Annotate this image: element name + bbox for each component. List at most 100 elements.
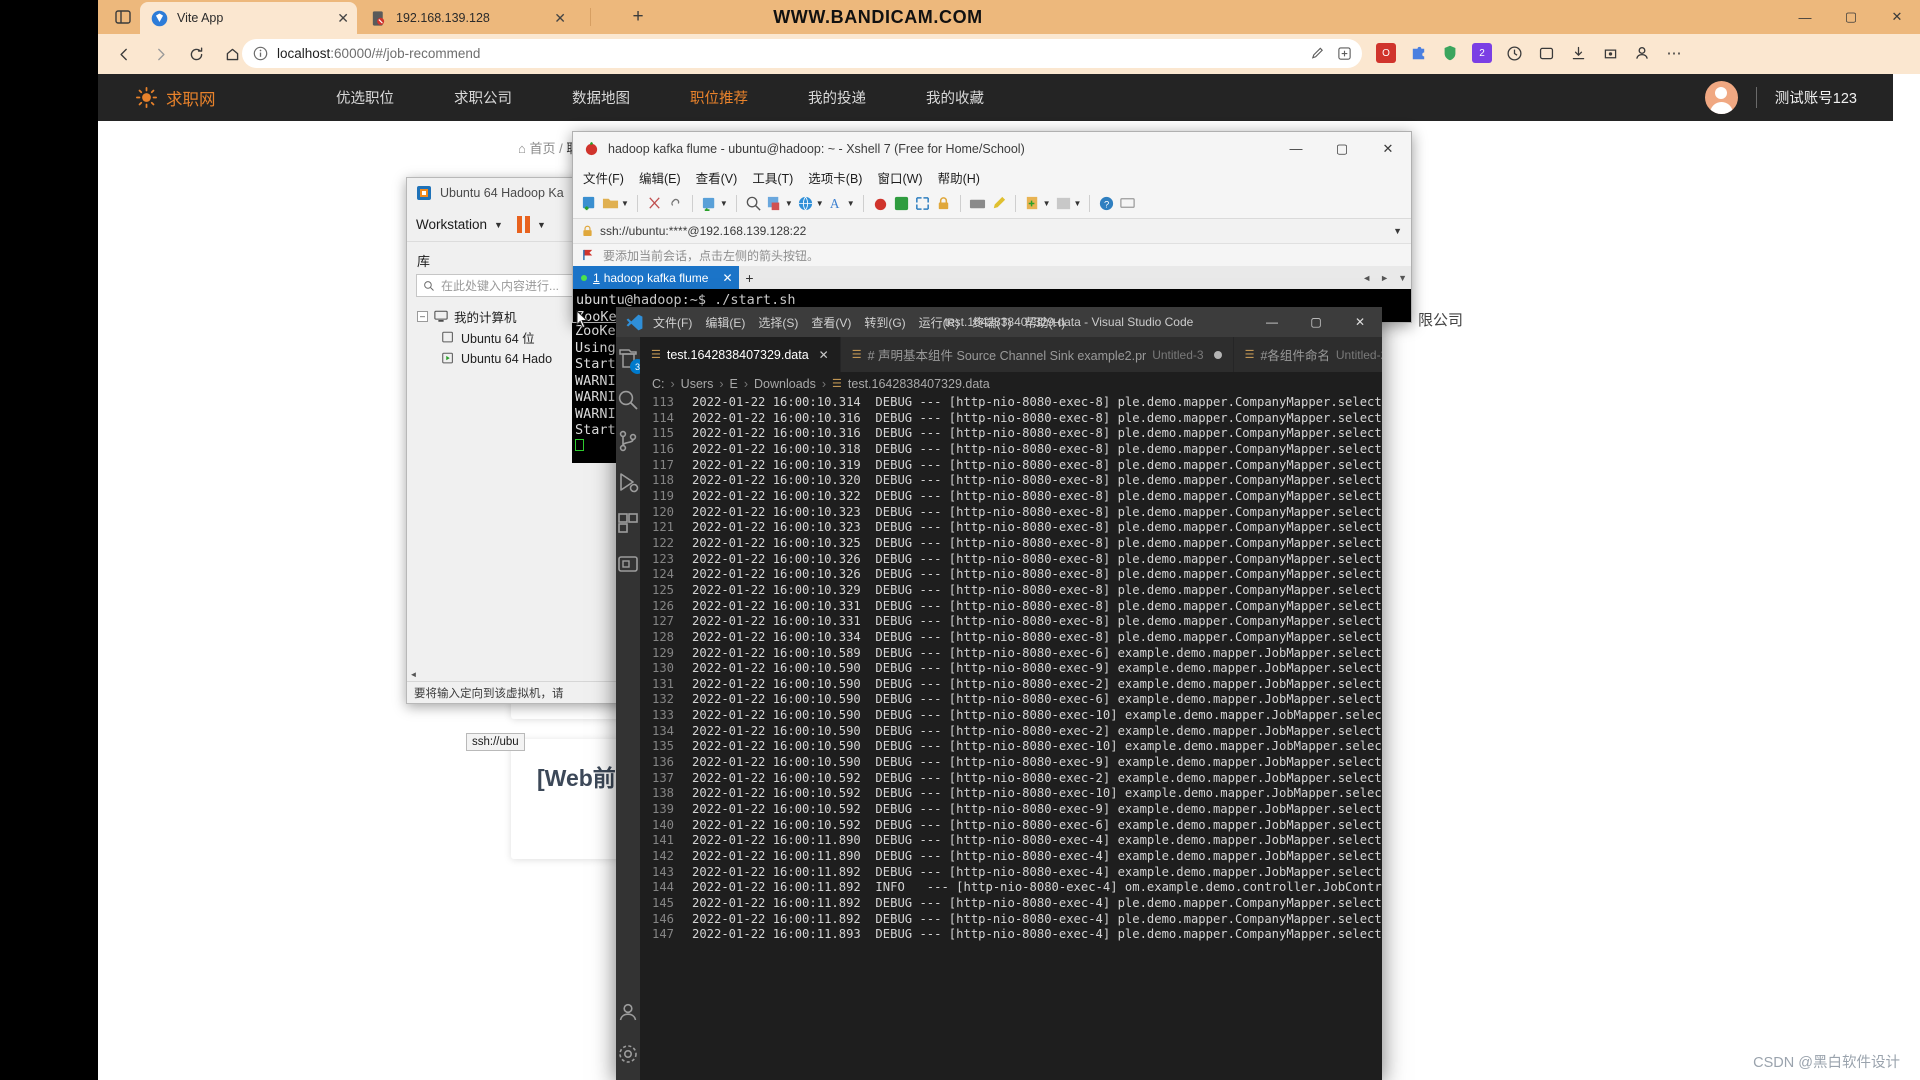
open-folder-icon[interactable]: [602, 195, 619, 212]
add-favorite-icon[interactable]: [1337, 46, 1352, 61]
source-control-icon[interactable]: [616, 429, 640, 453]
collapse-icon[interactable]: –: [417, 311, 428, 322]
avatar[interactable]: [1704, 81, 1738, 114]
breadcrumb-part-3[interactable]: Downloads: [754, 377, 816, 391]
breadcrumb-part-4[interactable]: test.1642838407329.data: [848, 377, 990, 391]
vscode-code-view[interactable]: 113 2022-01-22 16:00:10.314 DEBUG --- [ht…: [640, 395, 1382, 1080]
browser-tab-0[interactable]: Vite App ✕: [140, 2, 357, 34]
link-icon[interactable]: [667, 195, 684, 212]
vscode-menu-run[interactable]: 运行(R): [919, 314, 960, 331]
close-icon[interactable]: ✕: [722, 271, 732, 285]
browser-essentials-icon[interactable]: [1600, 43, 1620, 63]
xshell-menu-view[interactable]: 查看(V): [696, 168, 738, 187]
maximize-icon[interactable]: ▢: [1294, 307, 1338, 337]
tab-search-icon[interactable]: [108, 4, 138, 30]
user-menu[interactable]: 测试账号123: [1704, 81, 1857, 114]
globe-icon[interactable]: [797, 195, 814, 212]
account-icon[interactable]: [616, 1000, 640, 1024]
remote-explorer-icon[interactable]: [616, 552, 640, 576]
maximize-icon[interactable]: ▢: [1319, 132, 1365, 165]
xshell-new-tab-button[interactable]: +: [739, 270, 761, 286]
scroll-left-icon[interactable]: ◄: [1362, 273, 1371, 283]
opera-extension-icon[interactable]: O: [1376, 43, 1396, 63]
layout-icon[interactable]: [1055, 195, 1072, 212]
xshell-menu-window[interactable]: 窗口(W): [877, 168, 922, 187]
more-menu-icon[interactable]: ⋯: [1664, 43, 1684, 63]
xshell-address-bar[interactable]: ssh://ubuntu:****@192.168.139.128:22 ▼: [573, 219, 1411, 244]
address-bar[interactable]: localhost:60000/#/job-recommend: [242, 39, 1362, 68]
vscode-menu-file[interactable]: 文件(F): [653, 314, 692, 331]
highlight-pen-icon[interactable]: [990, 195, 1007, 212]
vscode-menu-help[interactable]: 帮助(H): [1025, 314, 1066, 331]
vscode-menu-go[interactable]: 转到(G): [864, 314, 905, 331]
chevron-down-icon[interactable]: ▼: [494, 220, 503, 230]
search-icon[interactable]: [745, 195, 762, 212]
feedback-icon[interactable]: [1119, 195, 1136, 212]
keyboard-icon[interactable]: [969, 195, 986, 212]
breadcrumb-part-1[interactable]: Users: [681, 377, 714, 391]
chevron-down-icon[interactable]: ▼: [847, 199, 855, 208]
fullscreen-icon[interactable]: [914, 195, 931, 212]
unsaved-indicator-icon[interactable]: [1213, 350, 1222, 359]
xshell-menu-edit[interactable]: 编辑(E): [639, 168, 681, 187]
profile-icon[interactable]: [1632, 43, 1652, 63]
lock-icon[interactable]: [935, 195, 952, 212]
scroll-left-icon[interactable]: ◄: [407, 668, 420, 681]
explorer-icon[interactable]: 3: [616, 347, 645, 374]
settings-gear-icon[interactable]: [616, 1042, 640, 1066]
new-session-icon[interactable]: [581, 195, 598, 212]
site-brand[interactable]: 求职网: [136, 86, 306, 110]
breadcrumb-part-0[interactable]: C:: [652, 377, 665, 391]
close-icon[interactable]: ✕: [540, 11, 566, 25]
scroll-right-icon[interactable]: ►: [1380, 273, 1389, 283]
puzzle-extension-icon[interactable]: [1408, 43, 1428, 63]
xshell-menu-tabs[interactable]: 选项卡(B): [808, 168, 862, 187]
site-nav-item-1[interactable]: 求职公司: [424, 87, 542, 108]
close-icon[interactable]: ✕: [1338, 307, 1382, 337]
downloads-icon[interactable]: [1568, 43, 1588, 63]
extensions-icon[interactable]: [616, 511, 640, 535]
chevron-down-icon[interactable]: ▼: [1393, 226, 1402, 236]
close-icon[interactable]: ✕: [323, 11, 349, 25]
forward-button[interactable]: [146, 40, 174, 68]
reload-button[interactable]: [182, 40, 210, 68]
minimize-icon[interactable]: —: [1273, 132, 1319, 165]
chevron-down-icon[interactable]: ▼: [621, 199, 629, 208]
site-nav-item-0[interactable]: 优选职位: [306, 87, 424, 108]
chevron-down-icon[interactable]: ▼: [720, 199, 728, 208]
pause-icon[interactable]: [516, 216, 530, 233]
minimize-icon[interactable]: —: [1782, 0, 1828, 34]
help-icon[interactable]: ?: [1098, 195, 1115, 212]
chevron-down-icon[interactable]: ▼: [785, 199, 793, 208]
xshell-menu-help[interactable]: 帮助(H): [938, 168, 980, 187]
chevron-down-icon[interactable]: ▼: [537, 220, 546, 230]
workstation-menu[interactable]: Workstation: [416, 217, 487, 232]
vscode-tab-2[interactable]: ☰ #各组件命名 Untitled-2: [1233, 337, 1382, 372]
run-debug-icon[interactable]: [616, 470, 640, 494]
font-icon[interactable]: A: [828, 195, 845, 212]
new-tab-button[interactable]: +: [625, 6, 651, 30]
search-icon[interactable]: [616, 388, 640, 412]
site-nav-item-4[interactable]: 我的投递: [778, 87, 896, 108]
chevron-down-icon[interactable]: ▼: [816, 199, 824, 208]
site-nav-item-5[interactable]: 我的收藏: [896, 87, 1014, 108]
chevron-down-icon[interactable]: ▼: [1074, 199, 1082, 208]
xshell-tab-0[interactable]: 1 hadoop kafka flume ✕: [573, 266, 739, 289]
maximize-icon[interactable]: ▢: [1828, 0, 1874, 34]
collections-icon[interactable]: [1536, 43, 1556, 63]
back-button[interactable]: [110, 40, 138, 68]
close-icon[interactable]: ✕: [819, 348, 829, 362]
chevron-down-icon[interactable]: ▼: [1043, 199, 1051, 208]
xshell-session-icon[interactable]: [872, 195, 889, 212]
site-nav-item-2[interactable]: 数据地图: [542, 87, 660, 108]
site-nav-item-3[interactable]: 职位推荐: [660, 87, 778, 108]
add-note-icon[interactable]: [1024, 195, 1041, 212]
xftp-icon[interactable]: [893, 195, 910, 212]
edit-pen-icon[interactable]: [1310, 46, 1325, 61]
vscode-menu-terminal[interactable]: 终端(T): [972, 314, 1011, 331]
cut-icon[interactable]: [646, 195, 663, 212]
breadcrumb-part-2[interactable]: E: [730, 377, 738, 391]
vscode-tab-0[interactable]: ☰ test.1642838407329.data ✕: [640, 337, 841, 372]
vscode-menu-selection[interactable]: 选择(S): [758, 314, 798, 331]
breadcrumb-home[interactable]: 首页: [529, 141, 555, 156]
